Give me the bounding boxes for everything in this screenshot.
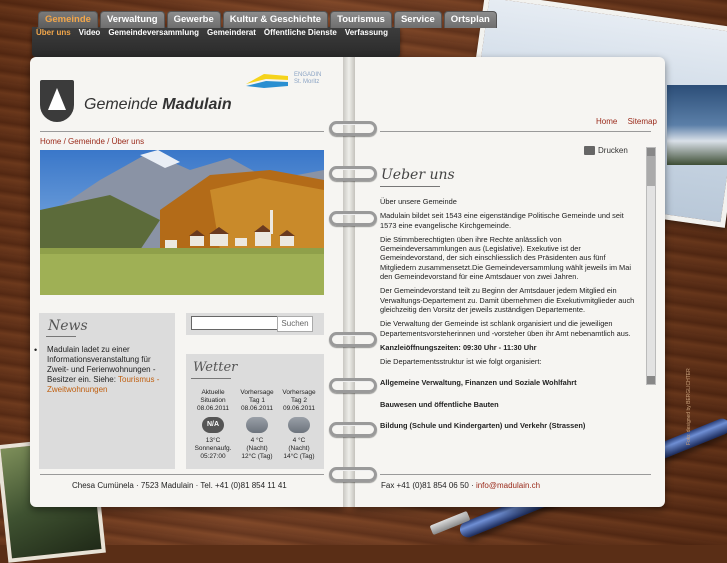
department-heading: Bildung (Schule und Kindergarten) und Ve… (380, 421, 586, 431)
paragraph: Der Gemeindevorstand teilt zu Beginn der… (380, 286, 635, 314)
cloud-rain-icon (288, 417, 310, 433)
divider (380, 131, 651, 132)
scroll-up-arrow[interactable] (647, 148, 655, 156)
subnav-video[interactable]: Video (79, 28, 101, 37)
content-scrollbar[interactable] (646, 147, 656, 385)
weather-column-current: Aktuelle Situation 08.06.2011 N/A 13°C Sonn… (194, 389, 232, 460)
breadcrumb-current[interactable]: Über uns (112, 137, 144, 146)
breadcrumb-home[interactable]: Home (40, 137, 61, 146)
nav-tab-ortsplan[interactable]: Ortsplan (443, 11, 497, 28)
printer-icon (584, 146, 595, 156)
sitemap-link[interactable]: Sitemap (628, 117, 657, 126)
breadcrumb: Home / Gemeinde / Über uns (40, 137, 145, 146)
divider (40, 131, 324, 132)
na-icon: N/A (202, 417, 224, 433)
footer-address: Chesa Cumünela · 7523 Madulain · Tel. +4… (72, 481, 287, 490)
department-heading: Bauwesen und öffentliche Bauten (380, 399, 499, 409)
subnav-oeffentliche-dienste[interactable]: Öffentliche Dienste (264, 28, 337, 37)
binder-ring (329, 211, 377, 226)
subnav-verfassung[interactable]: Verfassung (345, 28, 388, 37)
home-link[interactable]: Home (596, 117, 617, 126)
weather-column-day2: Vorhersage Tag 2 09.06.2011 4 °C (Nacht) 14°… (282, 389, 316, 460)
breadcrumb-gemeinde[interactable]: Gemeinde (68, 137, 105, 146)
divider (380, 474, 651, 475)
news-title: News (48, 318, 88, 334)
bullet-icon: • (34, 345, 38, 355)
nav-tab-tourismus[interactable]: Tourismus (330, 11, 392, 28)
binder-ring (329, 166, 377, 181)
weather-column-day1: Vorhersage Tag 1 08.06.2011 4 °C (Nacht) 12°… (240, 389, 274, 460)
sub-navigation: Über uns Video Gemeindeversammlung Gemei… (32, 27, 400, 57)
binder-ring (329, 121, 377, 136)
subnav-gemeindeversammlung[interactable]: Gemeindeversammlung (108, 28, 199, 37)
print-button[interactable]: Drucken (584, 146, 628, 156)
nav-tab-gemeinde[interactable]: Gemeinde (38, 11, 98, 28)
paragraph: Madulain bildet seit 1543 eine eigenstän… (380, 211, 624, 230)
paragraph: Die Stimmberechtigten üben ihre Rechte a… (380, 234, 631, 282)
structure-intro: Die Departementsstruktur ist wie folgt o… (380, 357, 542, 367)
intro-heading: Über unsere Gemeinde (380, 197, 457, 206)
coat-of-arms-logo[interactable] (40, 80, 74, 122)
binder-ring (329, 332, 377, 347)
footer-contact: Fax +41 (0)81 854 06 50 · info@madulain.… (381, 481, 541, 490)
scroll-thumb[interactable] (647, 156, 655, 186)
main-content: Über unsere Gemeinde Madulain bildet sei… (380, 197, 640, 430)
divider (40, 474, 324, 475)
nav-tab-kultur[interactable]: Kultur & Geschichte (222, 11, 329, 28)
paragraph: Die Verwaltung der Gemeinde ist schlank … (380, 319, 631, 338)
divider (191, 378, 231, 379)
site-title[interactable]: Gemeinde Madulain (84, 96, 232, 114)
search-input[interactable] (191, 316, 279, 330)
divider (380, 186, 440, 187)
scroll-down-arrow[interactable] (647, 376, 655, 384)
main-navigation: Gemeinde Verwaltung Gewerbe Kultur & Ges… (38, 11, 497, 28)
office-hours: Kanzleiöffnungszeiten: 09:30 Uhr - 11:30… (380, 342, 537, 352)
decorative-photo-mountain (667, 85, 727, 165)
news-item: • Madulain ladet zu einer Informationsve… (34, 345, 171, 395)
department-heading: Allgemeine Verwaltung, Finanzen und Sozi… (380, 378, 577, 388)
search-button[interactable]: Suchen (277, 316, 313, 332)
subnav-ueber-uns[interactable]: Über uns (36, 28, 71, 37)
engadin-logo-text: ENGADIN St. Moritz (294, 72, 322, 85)
footer-email-link[interactable]: info@madulain.ch (476, 481, 540, 490)
divider (46, 336, 76, 337)
nav-tab-gewerbe[interactable]: Gewerbe (166, 11, 221, 28)
hero-landscape-image (40, 150, 324, 295)
weather-title: Wetter (193, 360, 238, 375)
cloud-rain-icon (246, 417, 268, 433)
binder-ring (329, 467, 377, 482)
binder-ring (329, 422, 377, 437)
utility-links: Home Sitemap (588, 117, 657, 126)
nav-tab-verwaltung[interactable]: Verwaltung (99, 11, 165, 28)
binder-ring (329, 378, 377, 393)
nav-tab-service[interactable]: Service (393, 11, 442, 28)
page-title: Ueber uns (381, 167, 455, 183)
subnav-gemeinderat[interactable]: Gemeinderat (207, 28, 256, 37)
photo-credit: Foto: designed by BERGLICHTER (686, 368, 692, 445)
engadin-logo[interactable] (244, 70, 290, 92)
